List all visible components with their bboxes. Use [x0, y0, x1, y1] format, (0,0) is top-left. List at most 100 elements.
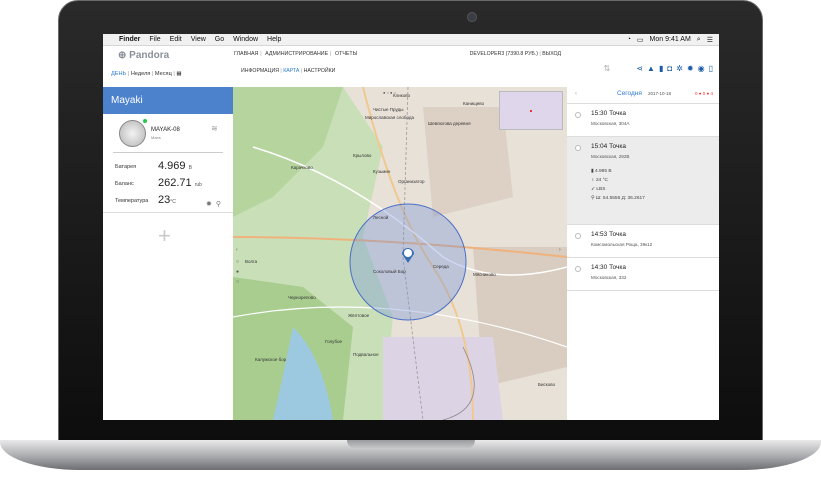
map-view[interactable]: ● ○ ● ○ ‹ ○ ● ○ › Чистые Пруды Кликово К… [233, 87, 567, 420]
card-actions: ✹ ⚲ [206, 200, 221, 208]
menu-help[interactable]: Help [267, 36, 281, 43]
event-title: 14:53 Точка [591, 231, 627, 238]
map-label: Соколовый Бор [373, 269, 406, 274]
previous-day-button[interactable]: ‹ [575, 91, 577, 97]
add-device-button[interactable]: + [158, 223, 171, 249]
gear-icon[interactable]: ✹ [687, 64, 694, 73]
menu-edit[interactable]: Edit [170, 36, 182, 43]
current-date: 2017-10-18 [648, 91, 672, 96]
device-subtitle: Maes [151, 135, 161, 140]
lock-icon[interactable]: ◘ [667, 64, 672, 73]
top-nav: ГЛАВНАЯ | АДМИНИСТРИРОВАНИЕ | ОТЧЕТЫ [234, 51, 358, 57]
map-pan-left-icon[interactable]: ‹ [236, 247, 238, 253]
menu-file[interactable]: File [149, 36, 160, 43]
nav-admin[interactable]: АДМИНИСТРИРОВАНИЕ [265, 51, 328, 57]
mac-menubar: Finder File Edit View Go Window Help ◔ ▭… [103, 34, 719, 46]
tab-map[interactable]: КАРТА [283, 68, 299, 74]
engine-icon[interactable]: ✲ [676, 64, 683, 73]
map-label: Канищево [463, 101, 485, 106]
event-item[interactable]: 15:04 Точка Московская, 292В ▮ 4.985 В ♁… [567, 137, 719, 225]
event-item[interactable]: 14:30 Точка Московская, 332 [567, 258, 719, 291]
map-control-dot[interactable]: ● [236, 269, 239, 275]
map-label: Кузьмин [373, 169, 391, 174]
map-pan-right-icon[interactable]: › [559, 247, 561, 253]
events-panel: ‹ Сегодня 2017-10-18 0 ● 0 ● 4 15:30 Точ… [567, 87, 719, 420]
period-selector: ДЕНЬ | Неделя | Месяц | ▦ [111, 71, 182, 77]
phone-icon[interactable]: ▯ [709, 64, 713, 73]
nav-reports[interactable]: ОТЧЕТЫ [335, 51, 357, 57]
menu-finder[interactable]: Finder [119, 36, 140, 43]
avatar [119, 120, 146, 147]
account-info: DEVELOPER3 (7390.8 РУБ.) | ВЫХОД [469, 51, 561, 57]
globe-icon[interactable]: ◉ [698, 64, 705, 73]
event-item[interactable]: 15:30 Точка Московская, 304А [567, 104, 719, 137]
event-title: 15:04 Точка [591, 143, 627, 150]
period-week[interactable]: Неделя [131, 71, 151, 77]
event-radio[interactable] [575, 112, 581, 118]
tab-info[interactable]: ИНФОРМАЦИЯ [241, 68, 279, 74]
event-radio[interactable] [575, 233, 581, 239]
events-header: ‹ Сегодня 2017-10-18 0 ● 0 ● 4 [567, 87, 719, 104]
event-detail-coords: ⚲ Ш: 54.5556 Д: 36.2617 [591, 196, 645, 201]
calendar-icon[interactable]: ▦ [176, 71, 181, 77]
screen: Finder File Edit View Go Window Help ◔ ▭… [103, 34, 719, 420]
account-name[interactable]: DEVELOPER3 (7390.8 РУБ.) [470, 51, 538, 57]
list-icon[interactable]: ☰ [707, 36, 713, 44]
pandora-logo[interactable]: ⊕ Pandora [118, 50, 169, 61]
wifi-icon[interactable]: ◔ [627, 36, 631, 43]
divider [113, 152, 223, 153]
metric-value: 262.71 rub [158, 177, 202, 189]
event-title: 15:30 Точка [591, 110, 627, 117]
online-status-icon [143, 119, 147, 123]
logout-link[interactable]: ВЫХОД [542, 51, 561, 57]
settings-icon[interactable]: ✹ [206, 200, 212, 208]
battery-icon[interactable]: ▭ [637, 36, 644, 44]
map-label: Мирославская слобода [365, 115, 415, 120]
metric-label: Баланс [115, 181, 134, 187]
metric-value: 4.969 В [158, 160, 192, 172]
fuel-icon[interactable]: ▮ [659, 64, 663, 73]
device-group-title[interactable]: Mayaki [103, 87, 233, 114]
period-day[interactable]: ДЕНЬ [111, 71, 126, 77]
event-detail-source: ➶ LBS [591, 187, 606, 192]
map-control-dot[interactable]: ○ [236, 259, 239, 265]
map-label: Голубое [325, 339, 343, 344]
map-label: Крылово [353, 153, 372, 158]
map-label: Волга [245, 259, 258, 264]
map-label: Середа [433, 264, 449, 269]
event-radio[interactable] [575, 145, 581, 151]
map-control-dot[interactable]: ○ [236, 279, 239, 285]
metric-value: 23°C [158, 194, 176, 206]
device-card[interactable]: MAYAK-08 Maes ≋ Батарея 4.969 В Баланс 2… [103, 114, 233, 213]
period-month[interactable]: Месяц [155, 71, 172, 77]
menu-view[interactable]: View [191, 36, 206, 43]
map-label: Карачково [291, 165, 313, 170]
event-address: Московская, 304А [591, 121, 630, 126]
map-label: Чернорепово [288, 295, 316, 300]
map-canvas [233, 87, 567, 420]
signal-icon: ≋ [211, 124, 218, 133]
laptop-notch [347, 440, 475, 449]
map-label: Чистые Пруды [373, 107, 404, 112]
sort-icon[interactable]: ⇅ [604, 64, 611, 73]
map-label: Организатор [398, 179, 425, 184]
warning-icon[interactable]: ▲ [647, 64, 655, 73]
tab-settings[interactable]: НАСТРОЙКИ [304, 68, 336, 74]
map-label: Кликово [393, 93, 411, 98]
event-title: 14:30 Точка [591, 264, 627, 271]
menubar-clock[interactable]: Mon 9:41 AM [650, 36, 691, 43]
search-icon[interactable]: ⌕ [697, 36, 701, 44]
menu-go[interactable]: Go [215, 36, 224, 43]
event-radio[interactable] [575, 266, 581, 272]
event-item[interactable]: 14:53 Точка Комсомольская Роща, 39к12 [567, 225, 719, 258]
menu-window[interactable]: Window [233, 36, 258, 43]
event-address: Комсомольская Роща, 39к12 [591, 242, 653, 247]
today-label[interactable]: Сегодня [617, 90, 642, 97]
map-label: Мясниково [473, 272, 496, 277]
map-label: Подвальное [353, 352, 379, 357]
minimap[interactable] [499, 91, 563, 130]
share-icon[interactable]: ⋖ [636, 64, 643, 73]
nav-main[interactable]: ГЛАВНАЯ [234, 51, 258, 57]
location-pin-icon[interactable]: ⚲ [216, 200, 221, 208]
vehicle-marker-icon[interactable] [401, 247, 415, 263]
